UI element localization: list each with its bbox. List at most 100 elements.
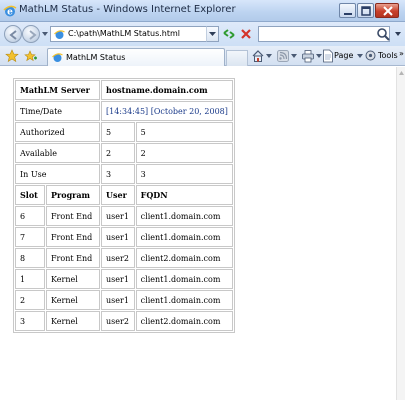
info-value-total: 3 xyxy=(135,164,233,184)
tab-command-bar: MathLM Status Page Tools » xyxy=(0,46,405,66)
table-cell: user1 xyxy=(101,206,135,226)
table-cell: Front End xyxy=(46,227,100,247)
table-cell: user2 xyxy=(101,311,135,331)
maximize-button[interactable] xyxy=(357,3,374,18)
table-cell: client1.domain.com xyxy=(135,206,233,226)
table-row: 7 Front End user1 client1.domain.com xyxy=(15,227,233,247)
info-label: In Use xyxy=(15,164,100,184)
slot-columns-header: Slot Program User FQDN xyxy=(15,185,233,205)
forward-button[interactable] xyxy=(22,25,40,43)
column-header: FQDN xyxy=(135,185,233,205)
info-value-total: 2 xyxy=(135,143,233,163)
favorites-star-icon[interactable] xyxy=(5,49,19,63)
ie-icon: e xyxy=(3,5,17,18)
search-input[interactable] xyxy=(258,26,390,42)
search-icon[interactable] xyxy=(375,26,391,42)
home-dropdown-icon[interactable] xyxy=(266,54,272,59)
table-cell: Kernel xyxy=(46,269,100,289)
tab-mathlm-status[interactable]: MathLM Status xyxy=(47,48,225,66)
page-icon[interactable] xyxy=(322,49,334,63)
window-title: MathLM Status - Windows Internet Explore… xyxy=(19,4,236,15)
minimize-icon xyxy=(344,13,352,15)
info-label: Authorized xyxy=(15,122,100,142)
chevron-down-icon xyxy=(209,32,216,36)
home-icon[interactable] xyxy=(251,49,265,63)
print-icon[interactable] xyxy=(301,49,315,63)
table-cell: Kernel xyxy=(46,290,100,310)
ie-page-icon xyxy=(54,30,65,39)
table-row: 1 Kernel user1 client1.domain.com xyxy=(15,269,233,289)
ie-page-icon xyxy=(52,53,63,62)
column-header: Slot xyxy=(15,185,45,205)
table-cell: 3 xyxy=(15,311,45,331)
table-row: 2 Kernel user1 client1.domain.com xyxy=(15,290,233,310)
server-hostname: hostname.domain.com xyxy=(101,80,233,100)
address-text: C:\path\MathLM Status.html xyxy=(68,29,181,38)
maximize-icon xyxy=(361,6,371,16)
info-label: Time/Date xyxy=(15,101,100,121)
scroll-up-arrow-icon[interactable] xyxy=(398,69,405,77)
new-tab-button[interactable] xyxy=(226,50,248,66)
table-row: 8 Front End user2 client2.domain.com xyxy=(15,248,233,268)
status-table: MathLM Server hostname.domain.com Time/Dat… xyxy=(13,78,235,333)
back-icon xyxy=(9,30,17,40)
address-toolbar: C:\path\MathLM Status.html xyxy=(0,22,405,46)
tools-icon[interactable] xyxy=(364,49,377,62)
table-row: 3 Kernel user2 client2.domain.com xyxy=(15,311,233,331)
info-label: Available xyxy=(15,143,100,163)
server-header-row: MathLM Server hostname.domain.com xyxy=(15,80,233,100)
stop-icon[interactable] xyxy=(238,26,254,42)
table-cell: Kernel xyxy=(46,311,100,331)
back-button[interactable] xyxy=(4,25,22,43)
table-row: 6 Front End user1 client1.domain.com xyxy=(15,206,233,226)
forward-icon xyxy=(29,30,37,40)
recent-pages-dropdown-icon[interactable] xyxy=(42,31,48,37)
add-favorites-icon[interactable] xyxy=(24,49,38,63)
info-row: In Use 3 3 xyxy=(15,164,233,184)
table-cell: 7 xyxy=(15,227,45,247)
address-input[interactable]: C:\path\MathLM Status.html xyxy=(50,26,219,42)
info-row: Time/Date [14:34:45] [October 20, 2008] xyxy=(15,101,233,121)
tools-menu-label[interactable]: Tools xyxy=(378,51,398,60)
table-cell: user1 xyxy=(101,290,135,310)
close-icon xyxy=(383,6,393,16)
vertical-scrollbar[interactable] xyxy=(396,67,405,400)
table-cell: client2.domain.com xyxy=(135,248,233,268)
table-cell: 8 xyxy=(15,248,45,268)
minimize-button[interactable] xyxy=(339,3,356,18)
search-options-dropdown-icon[interactable] xyxy=(394,30,402,38)
table-cell: client1.domain.com xyxy=(135,269,233,289)
table-cell: client2.domain.com xyxy=(135,311,233,331)
info-value: 2 xyxy=(101,143,135,163)
address-dropdown-button[interactable] xyxy=(206,26,219,42)
info-value: [14:34:45] [October 20, 2008] xyxy=(101,101,233,121)
table-cell: client1.domain.com xyxy=(135,290,233,310)
refresh-icon[interactable] xyxy=(221,26,237,42)
info-value: 3 xyxy=(101,164,135,184)
table-cell: client1.domain.com xyxy=(135,227,233,247)
server-label: MathLM Server xyxy=(15,80,100,100)
svg-text:e: e xyxy=(7,8,13,18)
tab-label: MathLM Status xyxy=(66,53,126,62)
table-cell: user1 xyxy=(101,227,135,247)
table-cell: 2 xyxy=(15,290,45,310)
column-header: User xyxy=(101,185,135,205)
table-cell: Front End xyxy=(46,206,100,226)
table-cell: 1 xyxy=(15,269,45,289)
table-cell: Front End xyxy=(46,248,100,268)
info-row: Available 2 2 xyxy=(15,143,233,163)
table-cell: user1 xyxy=(101,269,135,289)
feeds-dropdown-icon[interactable] xyxy=(291,54,297,59)
close-button[interactable] xyxy=(375,3,399,18)
title-bar: e MathLM Status - Windows Internet Explo… xyxy=(0,0,405,22)
info-row: Authorized 5 5 xyxy=(15,122,233,142)
page-menu-label[interactable]: Page xyxy=(334,51,353,60)
table-cell: 6 xyxy=(15,206,45,226)
page-content: MathLM Server hostname.domain.com Time/Dat… xyxy=(0,67,396,400)
column-header: Program xyxy=(46,185,100,205)
more-commands-chevron[interactable]: » xyxy=(399,49,404,58)
page-dropdown-icon[interactable] xyxy=(357,54,363,59)
info-value-total: 5 xyxy=(135,122,233,142)
feeds-icon[interactable] xyxy=(276,49,290,63)
info-value: 5 xyxy=(101,122,135,142)
